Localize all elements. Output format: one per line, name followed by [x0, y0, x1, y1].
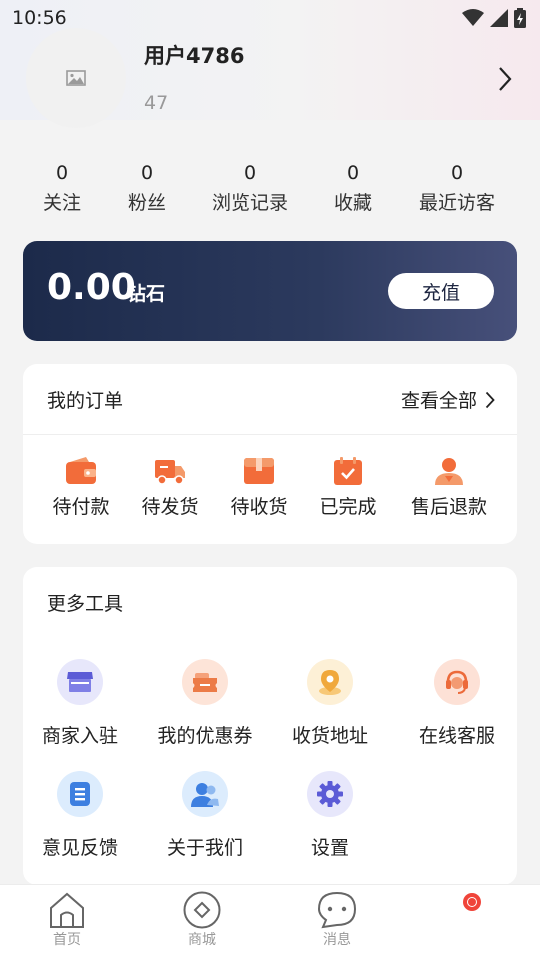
- tool-label: 设置: [310, 837, 349, 859]
- home-icon: [50, 892, 84, 928]
- tool-label: 关于我们: [166, 837, 243, 859]
- chevron-right-icon[interactable]: [498, 66, 512, 92]
- wifi-icon: [462, 9, 484, 26]
- stat-fans[interactable]: 0 粉丝: [128, 160, 166, 220]
- tool-shipping-address[interactable]: 收货地址: [265, 659, 395, 748]
- balance-card: 0.00 钻石 充值: [23, 241, 517, 341]
- tool-label: 商家入驻: [41, 725, 118, 747]
- stat-value: 0: [450, 162, 464, 184]
- stat-history[interactable]: 0 浏览记录: [212, 160, 288, 220]
- tool-label: 在线客服: [418, 725, 495, 747]
- wallet-icon: [66, 457, 96, 484]
- balance-unit: 钻石: [127, 283, 166, 305]
- view-all-orders-link[interactable]: 查看全部: [401, 386, 495, 413]
- stat-label: 关注: [42, 192, 82, 214]
- stat-favorites[interactable]: 0 收藏: [334, 160, 372, 220]
- orders-card: 我的订单 查看全部 待付款 待发货 待收货 已完成 售后退款: [23, 364, 517, 544]
- completed-icon: [334, 457, 362, 485]
- tool-label: 收货地址: [291, 725, 368, 747]
- order-pending-shipment[interactable]: 待发货: [125, 456, 215, 519]
- avatar[interactable]: [26, 28, 126, 128]
- stat-value: 0: [55, 162, 69, 184]
- tools-card: 更多工具 商家入驻 我的优惠券 收货地址 在线客服 意见反馈 关于我们 设置: [23, 567, 517, 885]
- order-after-sales[interactable]: 售后退款: [404, 456, 494, 519]
- stat-value: 0: [346, 162, 360, 184]
- stat-follow[interactable]: 0 关注: [43, 160, 81, 220]
- tool-online-service[interactable]: 在线客服: [392, 659, 522, 748]
- tool-my-coupons[interactable]: 我的优惠券: [140, 659, 270, 748]
- service-icon: [435, 458, 463, 485]
- order-pending-payment[interactable]: 待付款: [36, 456, 126, 519]
- recharge-button[interactable]: 充值: [388, 273, 494, 309]
- image-placeholder-icon: [66, 70, 86, 86]
- tool-about-us[interactable]: 关于我们: [140, 771, 270, 860]
- tool-feedback[interactable]: 意见反馈: [15, 771, 145, 860]
- store-icon: [57, 659, 103, 705]
- status-time: 10:56: [12, 7, 67, 29]
- username: 用户4786: [144, 44, 245, 68]
- shop-icon: [183, 891, 221, 929]
- tab-messages[interactable]: 消息: [297, 891, 377, 949]
- profile-icon: [463, 893, 481, 911]
- battery-icon: [514, 8, 526, 28]
- stat-label: 粉丝: [127, 192, 167, 214]
- order-pending-receipt[interactable]: 待收货: [214, 456, 304, 519]
- gear-icon: [307, 771, 353, 817]
- tab-profile[interactable]: [432, 891, 512, 929]
- divider: [23, 434, 517, 435]
- tab-label: 消息: [323, 932, 351, 948]
- order-label: 待付款: [52, 496, 110, 518]
- tab-home[interactable]: 首页: [27, 891, 107, 949]
- headset-icon: [434, 659, 480, 705]
- message-icon: [317, 891, 357, 929]
- stat-label: 最近访客: [418, 192, 496, 214]
- package-icon: [244, 458, 274, 484]
- tools-title: 更多工具: [47, 593, 124, 615]
- truck-icon: [155, 460, 185, 485]
- tool-label: 我的优惠券: [157, 725, 253, 747]
- tab-label: 商城: [188, 932, 216, 948]
- stats-row: 0 关注 0 粉丝 0 浏览记录 0 收藏 0 最近访客: [0, 160, 540, 224]
- tool-settings[interactable]: 设置: [265, 771, 395, 860]
- signal-icon: [490, 9, 508, 27]
- balance-value: 0.00: [47, 267, 136, 308]
- stat-value: 0: [243, 162, 257, 184]
- feedback-icon: [57, 771, 103, 817]
- coupon-icon: [182, 659, 228, 705]
- tool-merchant-onboarding[interactable]: 商家入驻: [15, 659, 145, 748]
- order-label: 已完成: [319, 496, 377, 518]
- order-label: 待收货: [230, 496, 288, 518]
- user-sub-value: 47: [144, 92, 169, 114]
- location-icon: [307, 659, 353, 705]
- bottom-tab-bar: 首页 商城 消息: [0, 884, 540, 960]
- order-completed[interactable]: 已完成: [303, 456, 393, 519]
- view-all-label: 查看全部: [400, 390, 477, 412]
- stat-label: 收藏: [333, 192, 373, 214]
- stat-visitors[interactable]: 0 最近访客: [419, 160, 495, 220]
- stat-value: 0: [140, 162, 154, 184]
- order-label: 售后退款: [410, 496, 487, 518]
- tab-label: 首页: [53, 932, 81, 948]
- users-icon: [182, 771, 228, 817]
- status-icons: [462, 8, 526, 28]
- tab-shop[interactable]: 商城: [162, 891, 242, 949]
- tool-label: 意见反馈: [41, 837, 118, 859]
- order-label: 待发货: [141, 496, 199, 518]
- orders-title: 我的订单: [47, 390, 124, 412]
- chevron-right-icon: [485, 391, 495, 408]
- stat-label: 浏览记录: [211, 192, 289, 214]
